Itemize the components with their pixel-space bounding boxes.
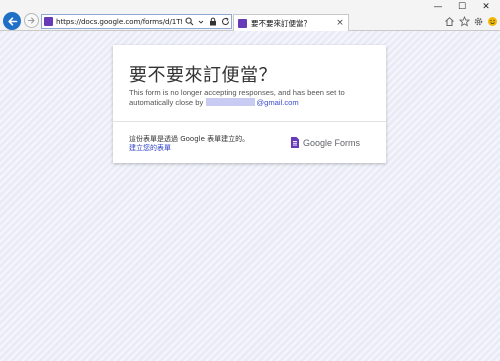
back-arrow-icon bbox=[7, 16, 17, 26]
close-window-button[interactable]: ✕ bbox=[474, 1, 498, 13]
redacted-email bbox=[206, 98, 256, 106]
lock-icon[interactable] bbox=[208, 17, 218, 27]
refresh-icon[interactable] bbox=[220, 17, 230, 27]
forward-button[interactable] bbox=[24, 13, 39, 28]
email-domain: @gmail.com bbox=[256, 98, 299, 107]
browser-tab[interactable]: 要不要來訂便當？ × bbox=[233, 14, 349, 31]
gear-icon[interactable] bbox=[472, 15, 484, 27]
search-icon[interactable] bbox=[184, 17, 194, 27]
google-forms-icon bbox=[291, 137, 299, 148]
minimize-button[interactable]: — bbox=[426, 1, 450, 13]
home-icon[interactable] bbox=[443, 15, 455, 27]
form-card: 要不要來訂便當？ This form is no longer acceptin… bbox=[113, 45, 386, 163]
tab-title: 要不要來訂便當？ bbox=[251, 18, 311, 28]
dropdown-chevron-icon[interactable] bbox=[196, 17, 206, 27]
maximize-button[interactable]: ☐ bbox=[450, 1, 474, 13]
card-divider bbox=[113, 121, 386, 122]
back-button[interactable] bbox=[3, 12, 21, 30]
form-title: 要不要來訂便當？ bbox=[129, 65, 277, 86]
google-forms-logo[interactable]: Google Forms bbox=[291, 137, 360, 148]
tab-favicon bbox=[238, 18, 247, 28]
browser-chrome: — ☐ ✕ https://docs.google.com/forms/d/1T… bbox=[0, 0, 500, 31]
forward-arrow-icon bbox=[27, 17, 35, 24]
form-closed-message: This form is no longer accepting respons… bbox=[129, 88, 379, 108]
address-url[interactable]: https://docs.google.com/forms/d/1Tfgjrl4… bbox=[56, 17, 182, 26]
google-forms-label: Google Forms bbox=[303, 137, 361, 148]
smiley-icon[interactable] bbox=[486, 15, 498, 27]
create-form-link[interactable]: 建立您的表單 bbox=[129, 143, 171, 153]
address-bar[interactable]: https://docs.google.com/forms/d/1Tfgjrl4… bbox=[41, 14, 232, 29]
site-favicon bbox=[44, 17, 53, 26]
tab-close-button[interactable]: × bbox=[334, 17, 346, 29]
star-icon[interactable] bbox=[458, 15, 470, 27]
